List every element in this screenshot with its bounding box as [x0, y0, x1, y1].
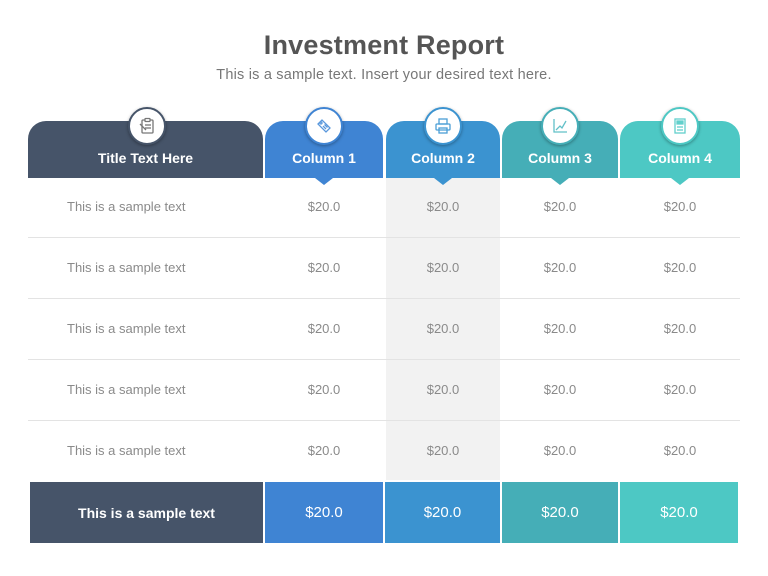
- header-notch: [671, 178, 689, 185]
- footer-cell-column-4: $20.0: [620, 482, 738, 543]
- header-column-2-label: Column 2: [411, 150, 475, 166]
- row-label: This is a sample text: [67, 382, 186, 397]
- header-title-label: Title Text Here: [97, 150, 194, 166]
- row-value-column-3: $20.0: [543, 260, 577, 275]
- row-value-column-4: $20.0: [663, 260, 697, 275]
- row-value-column-4: $20.0: [663, 321, 697, 336]
- header-notch: [551, 178, 569, 185]
- row-value-column-4: $20.0: [663, 199, 697, 214]
- row-label: This is a sample text: [67, 321, 186, 336]
- footer-label-cell: This is a sample text: [30, 482, 263, 543]
- footer-label: This is a sample text: [78, 504, 215, 521]
- row-value-column-3: $20.0: [543, 199, 577, 214]
- document-icon: [661, 107, 699, 145]
- footer-value: $20.0: [660, 504, 698, 521]
- printer-icon: [424, 107, 462, 145]
- footer-cell-column-3: $20.0: [502, 482, 618, 543]
- footer-value: $20.0: [541, 504, 579, 521]
- header-notch: [315, 178, 333, 185]
- row-value-column-2: $20.0: [426, 321, 460, 336]
- header-column-3-label: Column 3: [528, 150, 592, 166]
- row-value-column-3: $20.0: [543, 321, 577, 336]
- header-column-4-label: Column 4: [648, 150, 712, 166]
- tag-icon: [305, 107, 343, 145]
- row-value-column-2: $20.0: [426, 260, 460, 275]
- header-column-1-label: Column 1: [292, 150, 356, 166]
- row-value-column-1: $20.0: [307, 382, 341, 397]
- row-value-column-1: $20.0: [307, 260, 341, 275]
- row-value-column-2: $20.0: [426, 199, 460, 214]
- header-notch: [434, 178, 452, 185]
- row-label: This is a sample text: [67, 260, 186, 275]
- page-title: Investment Report: [263, 30, 505, 60]
- row-divider: [28, 237, 740, 238]
- row-divider: [28, 298, 740, 299]
- row-value-column-1: $20.0: [307, 199, 341, 214]
- row-value-column-2: $20.0: [426, 382, 460, 397]
- page-subtitle: This is a sample text. Insert your desir…: [216, 67, 552, 83]
- row-value-column-3: $20.0: [543, 382, 577, 397]
- line-chart-icon: [541, 107, 579, 145]
- row-label: This is a sample text: [67, 443, 186, 458]
- footer-value: $20.0: [423, 504, 462, 521]
- row-label: This is a sample text: [67, 199, 186, 214]
- footer-cell-column-1: $20.0: [265, 482, 383, 543]
- clipboard-icon: [128, 107, 166, 145]
- row-value-column-3: $20.0: [543, 443, 577, 458]
- row-value-column-4: $20.0: [663, 443, 697, 458]
- row-value-column-1: $20.0: [307, 321, 341, 336]
- row-divider: [28, 420, 740, 421]
- row-value-column-4: $20.0: [663, 382, 697, 397]
- row-value-column-1: $20.0: [307, 443, 341, 458]
- row-divider: [28, 359, 740, 360]
- footer-value: $20.0: [305, 504, 343, 521]
- row-value-column-2: $20.0: [426, 443, 460, 458]
- footer-cell-column-2: $20.0: [385, 482, 500, 543]
